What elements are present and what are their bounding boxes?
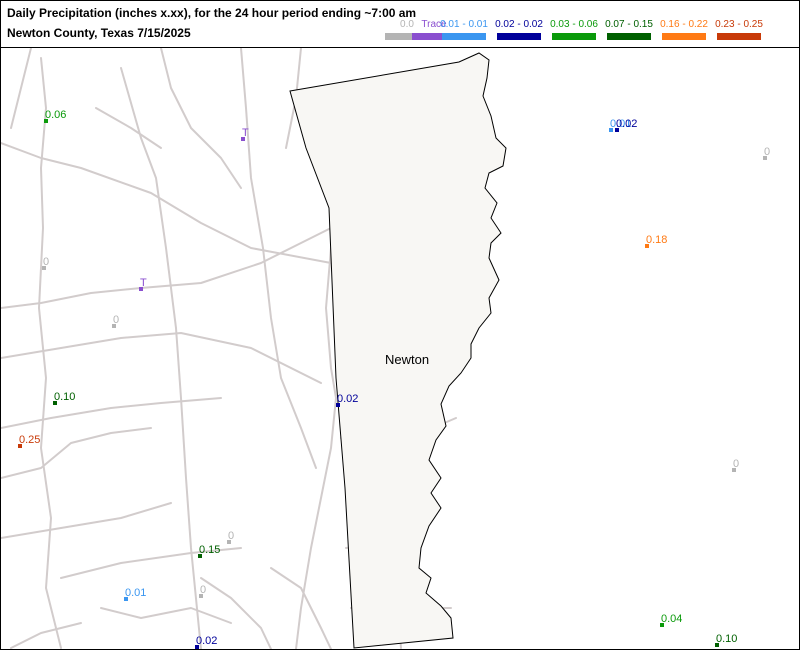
legend-swatch	[717, 33, 761, 40]
legend-swatch	[552, 33, 596, 40]
station-value-label: 0	[43, 256, 49, 268]
station-value-label: 0.18	[646, 234, 667, 246]
station-value-label: 0	[764, 146, 770, 158]
station-value-label: 0.01	[125, 587, 146, 599]
road	[1, 332, 322, 384]
station-marker: 0	[763, 146, 770, 160]
legend-item: 0.01 - 0.01	[440, 19, 488, 43]
station-marker: 0	[227, 530, 234, 544]
station-marker: 0	[199, 584, 206, 598]
legend-label: 0.07 - 0.15	[605, 19, 653, 30]
legend-label: 0.23 - 0.25	[715, 19, 763, 30]
station-value-label: T	[242, 127, 249, 139]
road	[1, 397, 222, 429]
road	[1, 227, 332, 309]
station-marker: 0	[732, 458, 739, 472]
station-marker: 0.25	[18, 434, 40, 448]
station-marker: 0.02	[336, 393, 358, 407]
station-marker: 0	[42, 256, 49, 270]
station-value-label: 0.02	[196, 635, 217, 647]
precip-legend: 0.0 Trace 0.01 - 0.01 0.02 - 0.02 0.03 - 0.0…	[383, 19, 783, 43]
station-value-label: 0	[200, 584, 206, 596]
station-value-label: 0.02	[616, 118, 637, 130]
newton-county-boundary	[289, 52, 507, 649]
station-marker: 0.15	[198, 544, 220, 558]
road	[10, 622, 82, 649]
station-value-label: T	[140, 277, 147, 289]
legend-item: 0.07 - 0.15	[605, 19, 653, 43]
station-value-label: 0.25	[19, 434, 40, 446]
station-value-label: 0.06	[45, 109, 66, 121]
station-value-label: 0	[733, 458, 739, 470]
station-marker: 0.18	[645, 234, 667, 248]
legend-swatch	[607, 33, 651, 40]
station-marker: 0.02	[615, 118, 637, 132]
station-marker: 0.10	[715, 633, 737, 647]
legend-item: 0.02 - 0.02	[495, 19, 543, 43]
road	[10, 48, 32, 129]
station-value-label: 0.02	[337, 393, 358, 405]
station-marker: 0.10	[53, 391, 75, 405]
road	[100, 607, 232, 624]
map-header: Daily Precipitation (inches x.xx), for t…	[1, 1, 799, 48]
station-value-label: 0.15	[199, 544, 220, 556]
station-marker: 0.02	[195, 635, 217, 649]
legend-swatch	[662, 33, 706, 40]
legend-label: 0.01 - 0.01	[440, 19, 488, 30]
legend-item: 0.03 - 0.06	[550, 19, 598, 43]
legend-label: 0.03 - 0.06	[550, 19, 598, 30]
station-value-label: 0.10	[716, 633, 737, 645]
station-marker: 0.06	[44, 109, 66, 123]
road	[38, 57, 62, 649]
legend-item: 0.23 - 0.25	[715, 19, 763, 43]
county-label-newton: Newton	[385, 352, 429, 367]
station-marker: 0.04	[660, 613, 682, 627]
station-value-label: 0.04	[661, 613, 682, 625]
road	[1, 502, 172, 539]
station-value-label: 0	[228, 530, 234, 542]
map-frame: Daily Precipitation (inches x.xx), for t…	[0, 0, 800, 650]
legend-label: 0.02 - 0.02	[495, 19, 543, 30]
station-marker: T	[241, 127, 249, 141]
station-marker: 0	[112, 314, 119, 328]
legend-swatch	[442, 33, 486, 40]
map-subtitle: Newton County, Texas 7/15/2025	[7, 26, 191, 40]
legend-swatch	[497, 33, 541, 40]
road	[95, 107, 162, 149]
station-value-label: 0.10	[54, 391, 75, 403]
legend-label: 0.16 - 0.22	[660, 19, 708, 30]
precip-map: Newton 0.06 T 0 T 0 0.10 0.25 0.02 0 0.15 0.01 0 0.0…	[1, 48, 770, 649]
station-marker: 0.01	[124, 587, 146, 601]
station-marker: T	[139, 277, 147, 291]
legend-item: 0.16 - 0.22	[660, 19, 708, 43]
station-value-label: 0	[113, 314, 119, 326]
map-title: Daily Precipitation (inches x.xx), for t…	[7, 6, 417, 20]
road	[160, 48, 242, 189]
